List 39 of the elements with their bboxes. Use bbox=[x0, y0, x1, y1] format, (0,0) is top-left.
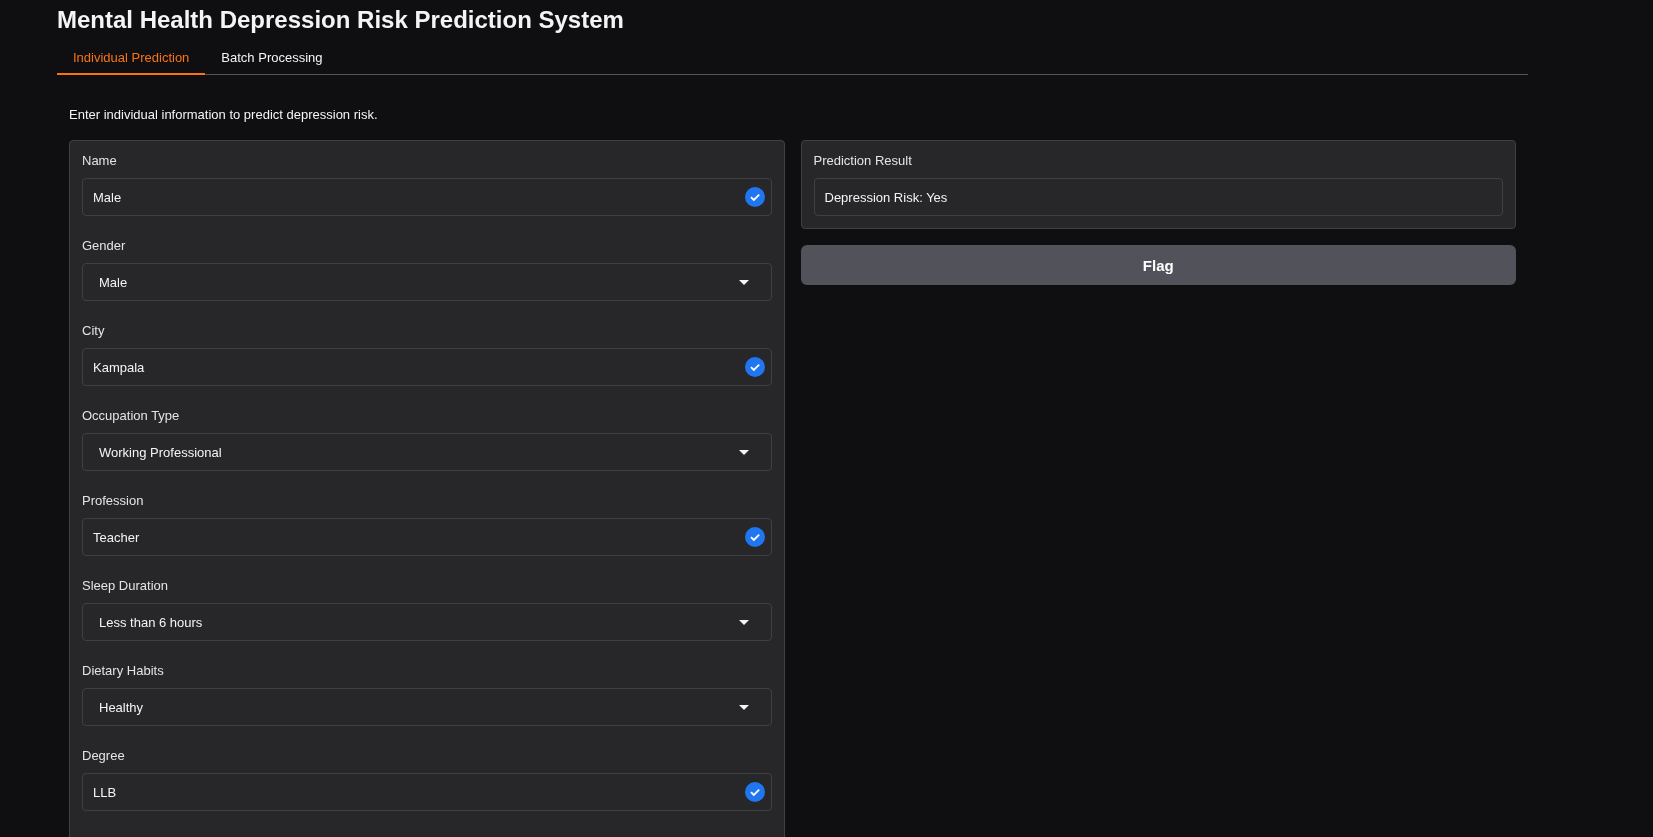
combo-field[interactable]: Kampala bbox=[82, 348, 772, 386]
field-value: Healthy bbox=[99, 699, 144, 715]
tab[interactable]: Batch Processing bbox=[205, 50, 339, 75]
field-label: Occupation Type bbox=[82, 408, 180, 423]
dropdown-field[interactable]: Male bbox=[82, 263, 772, 301]
caret-icon bbox=[738, 704, 749, 710]
check-icon bbox=[744, 357, 765, 377]
page-title: Mental Health Depression Risk Prediction System bbox=[57, 6, 625, 34]
field-value: LLB bbox=[93, 784, 117, 800]
field-value: Male bbox=[99, 274, 128, 290]
field-label: Degree bbox=[82, 748, 125, 763]
combo-field[interactable]: Male bbox=[82, 178, 772, 216]
field-label: City bbox=[82, 323, 105, 338]
caret-icon bbox=[738, 279, 749, 285]
check-icon bbox=[744, 527, 765, 547]
field-label: Profession bbox=[82, 493, 144, 508]
field-value: Teacher bbox=[93, 529, 140, 545]
field-value: Depression Risk: Yes bbox=[824, 189, 948, 205]
field-value: Kampala bbox=[93, 359, 145, 375]
field-value: Male bbox=[93, 189, 122, 205]
caret-icon bbox=[738, 619, 749, 625]
field-label: Name bbox=[82, 153, 117, 168]
field-label: Gender bbox=[82, 238, 126, 253]
field-label: Dietary Habits bbox=[82, 663, 164, 678]
flag-button[interactable]: Flag bbox=[800, 245, 1516, 285]
field-value: Less than 6 hours bbox=[99, 614, 203, 630]
field-value: Working Professional bbox=[99, 444, 222, 460]
dropdown-field[interactable]: Working Professional bbox=[82, 433, 772, 471]
combo-field[interactable]: LLB bbox=[82, 773, 772, 811]
combo-field[interactable]: Teacher bbox=[82, 518, 772, 556]
dropdown-field[interactable]: Healthy bbox=[82, 688, 772, 726]
field-label: Sleep Duration bbox=[82, 578, 168, 593]
tab[interactable]: Individual Prediction bbox=[57, 50, 206, 75]
check-icon bbox=[744, 187, 765, 207]
check-icon bbox=[744, 782, 765, 802]
description-text: Enter individual information to predict depression risk. bbox=[69, 107, 379, 122]
field-label: Prediction Result bbox=[813, 153, 912, 168]
dropdown-field[interactable]: Less than 6 hours bbox=[82, 603, 772, 641]
caret-icon bbox=[738, 449, 749, 455]
